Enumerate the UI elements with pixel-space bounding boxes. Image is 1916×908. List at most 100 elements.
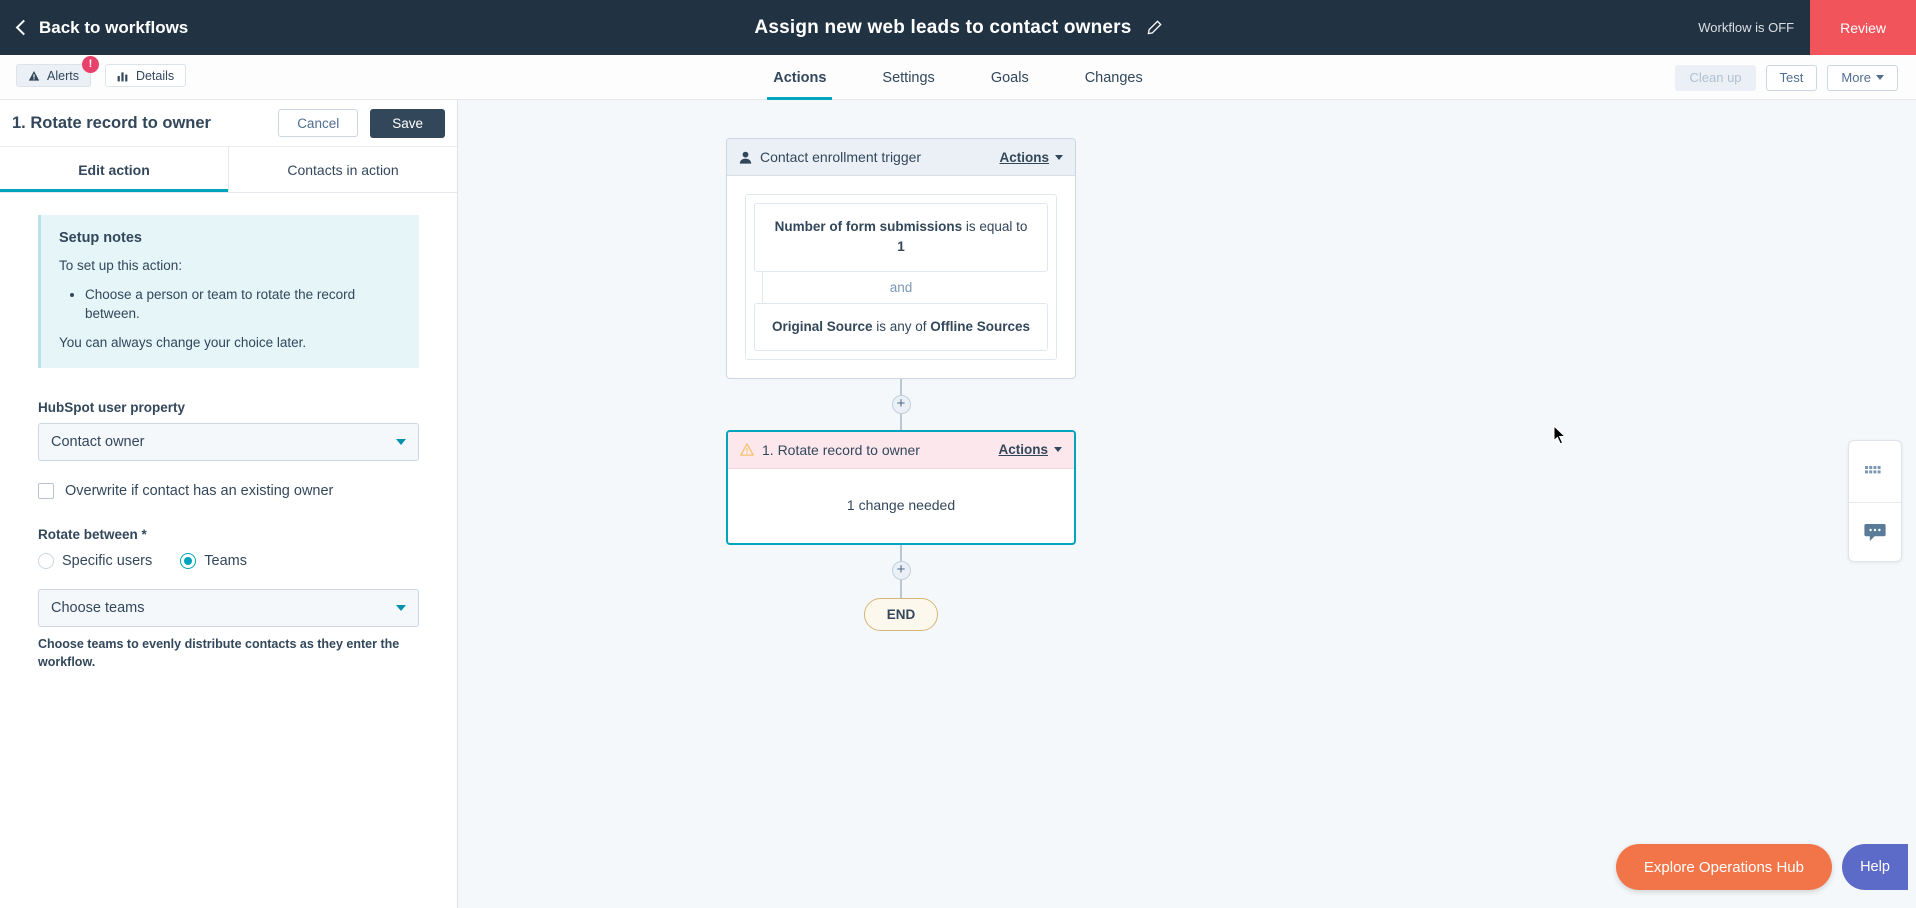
list-item: Choose a person or team to rotate the re…	[85, 285, 401, 324]
tab-actions[interactable]: Actions	[745, 55, 854, 100]
criterion-1-operator: is equal to	[962, 219, 1028, 234]
test-button[interactable]: Test	[1765, 64, 1818, 91]
choose-teams-help: Choose teams to evenly distribute contac…	[38, 637, 400, 669]
more-button[interactable]: More	[1827, 64, 1898, 91]
add-action-button-1[interactable]: +	[891, 394, 911, 414]
overwrite-owner-row[interactable]: Overwrite if contact has an existing own…	[38, 483, 419, 500]
overwrite-owner-label: Overwrite if contact has an existing own…	[65, 483, 334, 500]
review-button[interactable]: Review	[1810, 0, 1916, 55]
tab-settings-label: Settings	[882, 69, 935, 86]
back-to-workflows-link[interactable]: Back to workflows	[15, 17, 189, 38]
chat-button[interactable]	[1849, 502, 1901, 563]
contact-icon	[739, 151, 752, 164]
criterion-1-value: 1	[897, 239, 905, 255]
action-actions-label: Actions	[998, 442, 1048, 458]
workflow-tabs: Actions Settings Goals Changes	[0, 55, 1916, 100]
save-button[interactable]: Save	[370, 108, 445, 138]
action-actions-menu[interactable]: Actions	[998, 442, 1062, 457]
connector-line	[900, 378, 902, 395]
cancel-button[interactable]: Cancel	[278, 109, 359, 137]
action-node-title: 1. Rotate record to owner	[762, 441, 920, 458]
radio-specific-users[interactable]	[38, 553, 54, 570]
top-header-right: Workflow is OFF Review	[1698, 0, 1916, 55]
tab-goals-label: Goals	[990, 69, 1029, 86]
criterion-2-operator: is any of	[872, 318, 931, 334]
tab-goals[interactable]: Goals	[963, 55, 1057, 100]
tab-actions-label: Actions	[773, 69, 827, 86]
criterion-2-value: Offline Sources	[930, 318, 1031, 334]
trigger-node-body: Number of form submissions is equal to 1…	[727, 176, 1075, 378]
setup-notes-footer: You can always change your choice later.	[59, 334, 307, 350]
tab-edit-action-label: Edit action	[78, 161, 150, 178]
criterion-1-property: Number of form submissions	[774, 219, 963, 234]
canvas-tools-dock	[1848, 440, 1902, 562]
criteria-joiner-label: and	[889, 279, 913, 295]
panel-tabs: Edit action Contacts in action	[0, 147, 457, 193]
rotate-between-label: Rotate between *	[38, 527, 147, 543]
radio-teams[interactable]	[180, 553, 197, 570]
end-node: END	[864, 597, 938, 631]
enrollment-trigger-node[interactable]: Contact enrollment trigger Actions Numbe…	[726, 138, 1076, 379]
radio-specific-users-label[interactable]: Specific users	[62, 553, 152, 569]
action-node-title-group: 1. Rotate record to owner	[740, 442, 998, 458]
grid-icon	[1865, 465, 1881, 473]
connector-line	[900, 413, 902, 430]
action-edit-panel: 1. Rotate record to owner Cancel Save Ed…	[0, 100, 458, 908]
rotate-between-options: Specific users Teams	[38, 553, 419, 570]
help-button[interactable]: Help	[1842, 844, 1908, 890]
warning-icon	[740, 443, 754, 456]
trigger-actions-menu[interactable]: Actions	[999, 150, 1063, 165]
criterion-2-property: Original Source	[771, 318, 873, 334]
workflow-canvas[interactable]: Contact enrollment trigger Actions Numbe…	[458, 100, 1916, 908]
top-header-bar: Back to workflows Assign new web leads t…	[0, 0, 1916, 55]
chevron-down-icon	[1055, 154, 1063, 160]
pencil-icon[interactable]	[1146, 19, 1162, 36]
tab-changes[interactable]: Changes	[1057, 55, 1171, 100]
action-node-status: 1 change needed	[846, 496, 956, 513]
choose-teams-select[interactable]: Choose teams	[38, 589, 419, 628]
more-label: More	[1841, 70, 1871, 85]
choose-teams-value: Choose teams	[51, 600, 145, 617]
tab-changes-label: Changes	[1084, 69, 1143, 86]
panel-header: 1. Rotate record to owner Cancel Save	[0, 100, 457, 147]
overwrite-owner-checkbox[interactable]	[38, 483, 54, 500]
toolbar-right-buttons: Clean up Test More	[1675, 55, 1898, 100]
radio-teams-label[interactable]: Teams	[204, 553, 247, 569]
criteria-joiner: and	[754, 271, 1048, 303]
trigger-node-title: Contact enrollment trigger	[760, 149, 922, 165]
tab-contacts-in-action[interactable]: Contacts in action	[228, 147, 457, 192]
secondary-toolbar: Alerts ! Details Actions Settings Goals …	[0, 55, 1916, 100]
criterion-2[interactable]: Original Source is any of Offline Source…	[754, 302, 1048, 351]
grid-view-button[interactable]	[1849, 441, 1901, 502]
user-property-value: Contact owner	[51, 434, 145, 451]
connector-line	[900, 579, 902, 598]
tab-settings[interactable]: Settings	[854, 55, 962, 100]
connector-action-to-end: +	[726, 544, 1076, 598]
explore-operations-hub-button[interactable]: Explore Operations Hub	[1615, 844, 1832, 890]
panel-body: Setup notes To set up this action: Choos…	[0, 193, 457, 671]
chevron-down-icon	[1876, 75, 1884, 80]
action-node-rotate-record[interactable]: 1. Rotate record to owner Actions 1 chan…	[726, 429, 1076, 545]
user-property-label: HubSpot user property	[38, 400, 186, 416]
back-to-workflows-label: Back to workflows	[39, 17, 189, 37]
trigger-criteria-group: Number of form submissions is equal to 1…	[745, 194, 1057, 360]
criterion-1[interactable]: Number of form submissions is equal to 1	[754, 203, 1048, 272]
chevron-down-icon	[1054, 447, 1062, 453]
chevron-left-icon	[15, 19, 32, 35]
mouse-cursor-icon	[1553, 425, 1567, 445]
setup-notes-list: Choose a person or team to rotate the re…	[85, 285, 401, 324]
connector-trigger-to-action: +	[726, 378, 1076, 430]
workflow-title-group: Assign new web leads to contact owners	[0, 0, 1916, 55]
chat-bubble-icon	[1864, 524, 1886, 541]
workflow-flow: Contact enrollment trigger Actions Numbe…	[726, 100, 1076, 631]
setup-notes-callout: Setup notes To set up this action: Choos…	[38, 215, 419, 369]
workflow-title: Assign new web leads to contact owners	[754, 16, 1132, 38]
clean-up-button[interactable]: Clean up	[1675, 64, 1756, 91]
trigger-node-title-group: Contact enrollment trigger	[739, 149, 999, 165]
chevron-down-icon	[396, 605, 406, 612]
setup-notes-heading: Setup notes	[59, 230, 142, 246]
user-property-select[interactable]: Contact owner	[38, 423, 419, 462]
add-action-button-2[interactable]: +	[891, 560, 911, 580]
tab-edit-action[interactable]: Edit action	[0, 147, 228, 192]
trigger-actions-label: Actions	[999, 149, 1049, 165]
